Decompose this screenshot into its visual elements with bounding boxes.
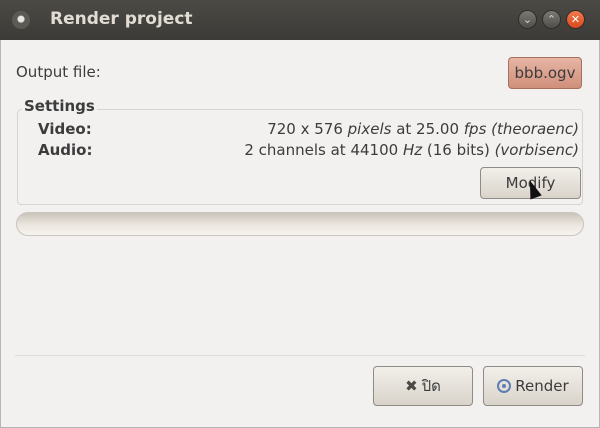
close-button[interactable]: ✖ ปิด	[373, 366, 473, 406]
render-progress-bar	[16, 212, 584, 236]
render-button-label: Render	[515, 377, 569, 395]
output-file-button[interactable]: bbb.ogv	[508, 57, 582, 89]
close-button-label: ปิด	[421, 377, 441, 395]
output-file-label: Output file:	[16, 63, 101, 81]
audio-value: 2 channels at 44100 Hz (16 bits) (vorbis…	[244, 141, 579, 159]
window-title: Render project	[50, 9, 193, 29]
close-window-button[interactable]: ✕	[566, 10, 585, 29]
audio-label: Audio:	[38, 141, 93, 159]
render-button[interactable]: Render	[483, 366, 583, 406]
video-value: 720 x 576 pixels at 25.00 fps (theoraenc…	[267, 120, 579, 138]
title-bar: Render project ⌄ ⌃ ✕	[0, 0, 600, 40]
separator	[15, 355, 585, 356]
maximize-button[interactable]: ⌃	[542, 10, 561, 29]
settings-title: Settings	[22, 97, 97, 115]
close-icon: ✖	[405, 377, 418, 395]
minimize-button[interactable]: ⌄	[518, 10, 537, 29]
window-menu-icon[interactable]	[12, 11, 30, 29]
video-label: Video:	[38, 120, 92, 138]
render-icon	[497, 379, 512, 393]
